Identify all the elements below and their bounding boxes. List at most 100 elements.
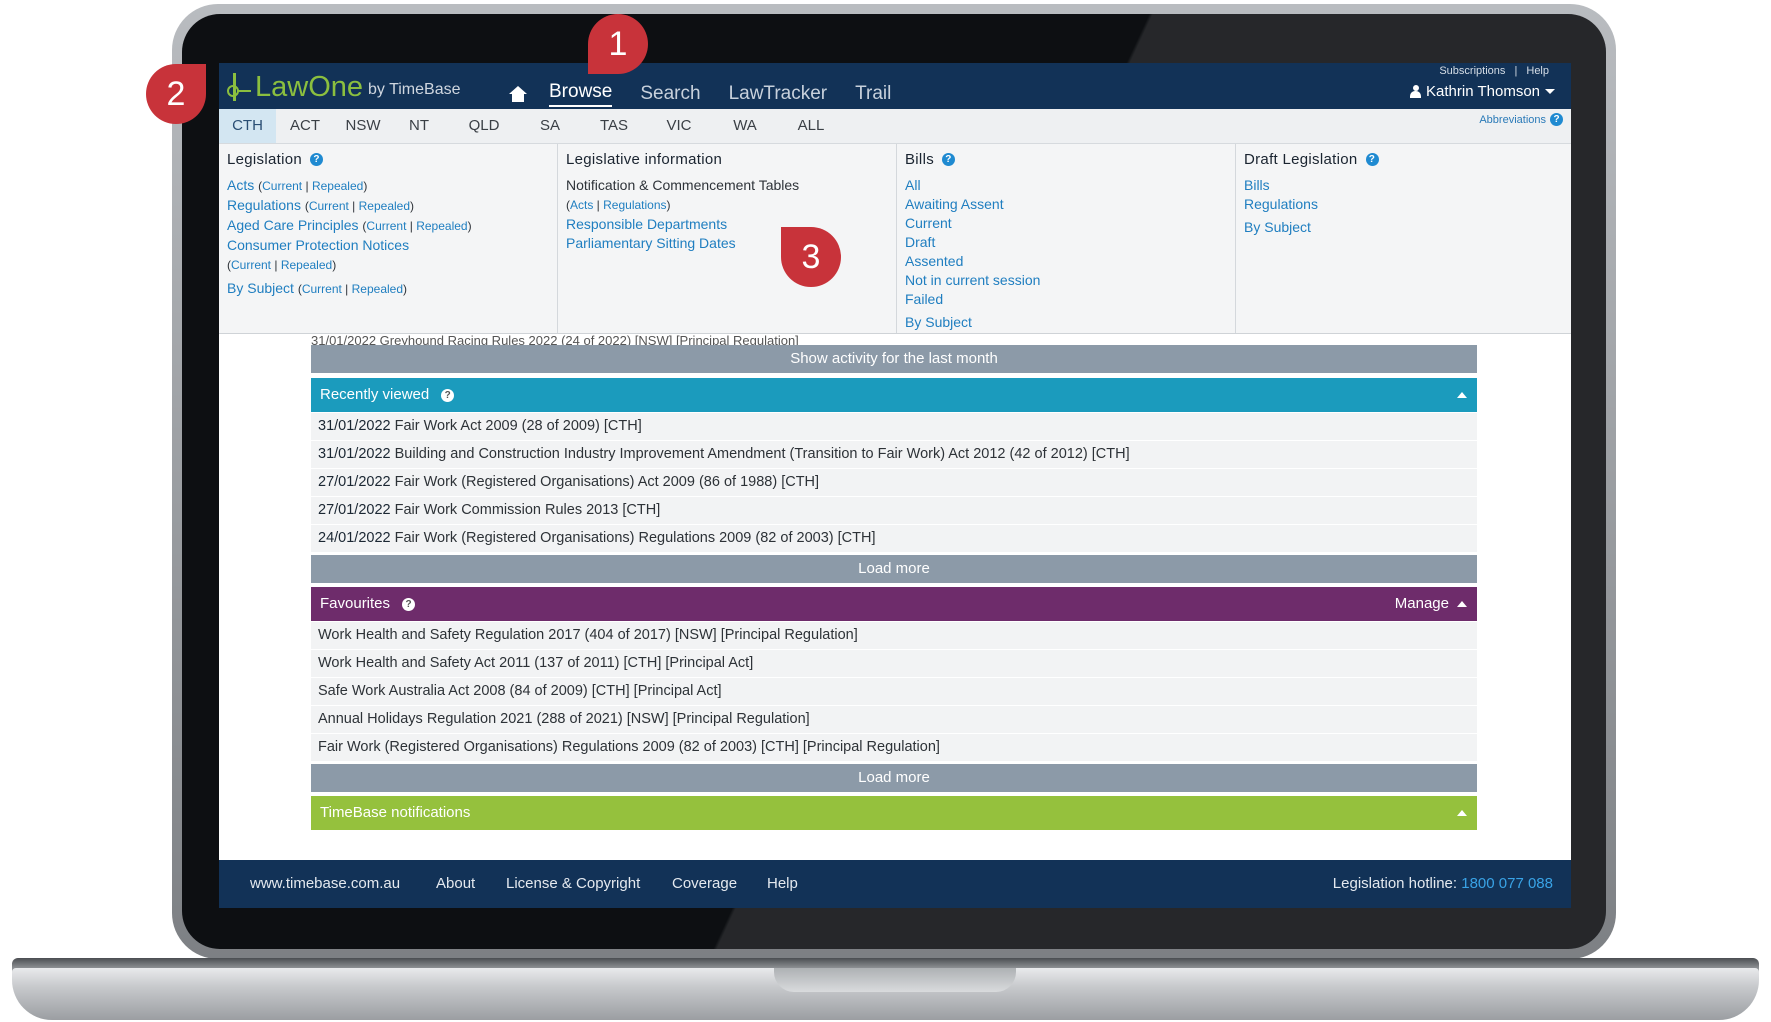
notifications-header[interactable]: TimeBase notifications: [311, 796, 1477, 830]
footer-coverage-link[interactable]: Coverage: [672, 875, 737, 892]
collapse-icon[interactable]: [1457, 392, 1467, 398]
bills-failed-link[interactable]: Failed: [905, 290, 1227, 309]
bills-current-link[interactable]: Current: [905, 214, 1227, 233]
subject-repealed-link[interactable]: Repealed: [352, 282, 403, 296]
list-item[interactable]: 24/01/2022 Fair Work (Registered Organis…: [311, 525, 1477, 553]
item-title: Fair Work Act 2009 (28 of 2009) [CTH]: [394, 418, 642, 434]
nav-lawtracker[interactable]: LawTracker: [729, 83, 828, 105]
bills-not-in-session-link[interactable]: Not in current session: [905, 271, 1227, 290]
aged-care-repealed-link[interactable]: Repealed: [416, 219, 467, 233]
tab-wa[interactable]: WA: [722, 109, 768, 143]
hotline-number[interactable]: 1800 077 088: [1461, 875, 1553, 892]
acts-repealed-link[interactable]: Repealed: [312, 179, 363, 193]
regulations-line: Regulations (Current | Repealed): [227, 196, 549, 216]
nav-trail[interactable]: Trail: [855, 83, 891, 105]
activity-row-partial: 31/01/2022 Greyhound Racing Rules 2022 (…: [311, 333, 799, 345]
regulations-repealed-link[interactable]: Repealed: [359, 199, 410, 213]
item-title: Fair Work (Registered Organisations) Act…: [394, 474, 820, 490]
footer-license-link[interactable]: License & Copyright: [506, 875, 640, 892]
collapse-icon[interactable]: [1457, 601, 1467, 607]
aged-care-current-link[interactable]: Current: [366, 219, 406, 233]
consumer-protection-link[interactable]: Consumer Protection Notices: [227, 236, 549, 255]
acts-link[interactable]: Acts: [227, 177, 254, 193]
help-icon[interactable]: ?: [441, 388, 455, 402]
list-item[interactable]: 27/01/2022 Fair Work Commission Rules 20…: [311, 497, 1477, 525]
regulations-link[interactable]: Regulations: [227, 197, 301, 213]
bills-awaiting-assent-link[interactable]: Awaiting Assent: [905, 195, 1227, 214]
recently-viewed-load-more[interactable]: Load more: [311, 555, 1477, 583]
bills-by-subject-link[interactable]: By Subject: [905, 313, 1227, 332]
help-icon[interactable]: ?: [310, 153, 324, 166]
tab-nt[interactable]: NT: [399, 109, 439, 143]
footer-about-link[interactable]: About: [436, 875, 475, 892]
user-icon: [1410, 85, 1422, 98]
nav-browse[interactable]: Browse: [549, 81, 613, 107]
tab-nsw[interactable]: NSW: [337, 109, 389, 143]
draft-by-subject-link[interactable]: By Subject: [1244, 218, 1563, 237]
separator: |: [271, 258, 281, 272]
footer-website-link[interactable]: www.timebase.com.au: [250, 875, 400, 892]
legislative-info-column: Legislative information Notification & C…: [558, 144, 897, 333]
paren-close: ): [410, 199, 415, 213]
collapse-icon[interactable]: [1457, 810, 1467, 816]
notification-regulations-link[interactable]: Regulations: [603, 198, 666, 212]
favourites-title: Favourites: [320, 595, 391, 612]
subscriptions-link[interactable]: Subscriptions: [1439, 65, 1505, 77]
list-item[interactable]: 31/01/2022 Fair Work Act 2009 (28 of 200…: [311, 413, 1477, 441]
help-icon[interactable]: ?: [942, 153, 956, 166]
paren-close: ): [666, 198, 671, 212]
app-screen: LawOne by TimeBase Browse Search LawTrac…: [219, 63, 1571, 908]
help-icon[interactable]: ?: [402, 597, 416, 611]
subject-current-link[interactable]: Current: [302, 282, 342, 296]
nav-search[interactable]: Search: [640, 83, 700, 105]
show-activity-button[interactable]: Show activity for the last month: [311, 345, 1477, 373]
list-item[interactable]: Safe Work Australia Act 2008 (84 of 2009…: [311, 678, 1477, 706]
help-link[interactable]: Help: [1526, 65, 1549, 77]
abbreviations-link[interactable]: Abbreviations ?: [1479, 113, 1563, 126]
list-item[interactable]: Work Health and Safety Regulation 2017 (…: [311, 622, 1477, 650]
aged-care-link[interactable]: Aged Care Principles: [227, 217, 359, 233]
legislation-by-subject-link[interactable]: By Subject: [227, 280, 294, 296]
list-item[interactable]: Annual Holidays Regulation 2021 (288 of …: [311, 706, 1477, 734]
help-icon[interactable]: ?: [1365, 153, 1379, 166]
lawone-logo[interactable]: LawOne by TimeBase: [225, 69, 461, 103]
favourites-header[interactable]: Favourites ? Manage: [311, 587, 1477, 621]
list-item[interactable]: Fair Work (Registered Organisations) Reg…: [311, 734, 1477, 762]
recently-viewed-header[interactable]: Recently viewed ?: [311, 378, 1477, 412]
consumer-repealed-link[interactable]: Repealed: [281, 258, 332, 272]
tab-vic[interactable]: VIC: [656, 109, 702, 143]
bills-all-link[interactable]: All: [905, 176, 1227, 195]
acts-current-link[interactable]: Current: [262, 179, 302, 193]
favourites-load-more[interactable]: Load more: [311, 764, 1477, 792]
chevron-down-icon: [1545, 89, 1555, 94]
list-item[interactable]: Work Health and Safety Act 2011 (137 of …: [311, 650, 1477, 678]
paren-close: ): [403, 282, 408, 296]
tab-cth[interactable]: CTH: [219, 109, 276, 143]
tab-tas[interactable]: TAS: [591, 109, 637, 143]
jurisdiction-tabs: CTH ACT NSW NT QLD SA TAS VIC WA ALL Abb…: [219, 109, 1571, 144]
notification-acts-link[interactable]: Acts: [570, 198, 593, 212]
paren-close: ): [467, 219, 472, 233]
consumer-current-link[interactable]: Current: [231, 258, 271, 272]
bills-heading: Bills ?: [905, 151, 1227, 168]
list-item[interactable]: 27/01/2022 Fair Work (Registered Organis…: [311, 469, 1477, 497]
bills-draft-link[interactable]: Draft: [905, 233, 1227, 252]
footer-help-link[interactable]: Help: [767, 875, 798, 892]
responsible-departments-link[interactable]: Responsible Departments: [566, 215, 888, 234]
list-item[interactable]: 31/01/2022 Building and Construction Ind…: [311, 441, 1477, 469]
tab-act[interactable]: ACT: [281, 109, 329, 143]
paren-close: ): [363, 179, 368, 193]
manage-favourites-button[interactable]: Manage: [1395, 587, 1449, 621]
draft-regulations-link[interactable]: Regulations: [1244, 195, 1563, 214]
regulations-current-link[interactable]: Current: [309, 199, 349, 213]
draft-bills-link[interactable]: Bills: [1244, 176, 1563, 195]
separator: |: [406, 219, 417, 233]
tab-sa[interactable]: SA: [530, 109, 570, 143]
notification-tables-sub: (Acts | Regulations): [566, 195, 888, 215]
home-icon[interactable]: [509, 86, 527, 102]
tab-all[interactable]: ALL: [786, 109, 836, 143]
bills-assented-link[interactable]: Assented: [905, 252, 1227, 271]
draft-legislation-heading: Draft Legislation ?: [1244, 151, 1563, 168]
user-menu[interactable]: Kathrin Thomson: [1410, 83, 1555, 100]
tab-qld[interactable]: QLD: [459, 109, 509, 143]
